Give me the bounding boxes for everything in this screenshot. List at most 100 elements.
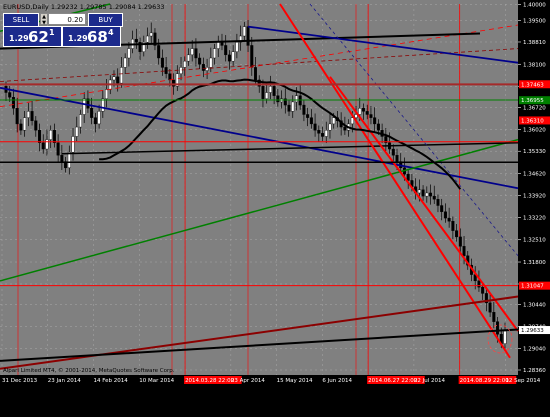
lot-size-field[interactable]: 0.20	[48, 13, 86, 25]
lot-spinner[interactable]: ▲ ▼	[40, 13, 48, 26]
copyright-text: Alpari Limited MT4, © 2001-2014, MetaQuo…	[3, 367, 175, 374]
price-label: 1.40000	[523, 3, 546, 9]
price-label: 1.31800	[523, 260, 546, 266]
candle-body	[432, 195, 436, 200]
price-tag-label: 1.36310	[521, 118, 544, 124]
price-label: 1.38100	[523, 62, 546, 68]
candle-body	[306, 114, 310, 118]
price-label: 1.33920	[523, 193, 546, 199]
candle-body	[373, 117, 377, 125]
candle-body	[287, 104, 291, 112]
candle-body	[194, 48, 198, 59]
candle-body	[45, 139, 49, 150]
candle-body	[324, 129, 328, 137]
candle-body	[93, 117, 97, 125]
candle-body	[60, 155, 64, 162]
candle-body	[343, 126, 347, 131]
time-label: 23 Jan 2014	[48, 378, 81, 384]
candle-body	[201, 64, 205, 71]
price-chart[interactable]: 1.400001.395001.388101.381001.374001.367…	[0, 0, 550, 413]
candle-body	[462, 246, 466, 256]
time-label: 10 Mar 2014	[139, 378, 174, 384]
candle-body	[30, 111, 34, 121]
candle-body	[49, 129, 53, 140]
candle-body	[477, 280, 481, 288]
candle-body	[276, 95, 280, 103]
time-label: 14 Feb 2014	[94, 378, 129, 384]
candle-body	[146, 35, 150, 43]
candle-body	[198, 57, 202, 65]
price-tag-label: 1.31047	[521, 284, 544, 290]
sell-price-box[interactable]: 1.29 62 1	[3, 26, 62, 47]
candle-body	[116, 76, 120, 84]
candle-body	[220, 42, 224, 46]
candle-body	[105, 89, 109, 99]
candle-body	[157, 45, 161, 59]
candle-body	[160, 57, 164, 68]
candle-body	[503, 330, 507, 344]
sell-button[interactable]: SELL	[3, 13, 39, 27]
candle-body	[440, 205, 444, 212]
candle-body	[265, 92, 269, 99]
candle-body	[52, 129, 56, 143]
candle-body	[250, 45, 254, 68]
candle-body	[253, 67, 257, 81]
candle-body	[127, 48, 131, 59]
candle-body	[67, 151, 71, 169]
candle-body	[417, 189, 421, 194]
candle-body	[361, 108, 365, 112]
candle-body	[294, 95, 298, 103]
candle-body	[369, 114, 373, 118]
candle-body	[183, 60, 187, 68]
price-label: 1.30440	[523, 303, 546, 309]
price-label: 1.32510	[523, 238, 546, 244]
price-label: 1.33220	[523, 215, 546, 221]
time-label: 2014.03.28 22:00	[185, 378, 235, 384]
time-label: 6 Jun 2014	[322, 378, 352, 384]
candle-body	[75, 126, 79, 137]
price-label: 1.36020	[523, 128, 546, 134]
candle-body	[443, 211, 447, 219]
candle-body	[358, 108, 362, 115]
candle-body	[41, 142, 45, 150]
candle-body	[395, 155, 399, 162]
price-tag-label: 1.36955	[521, 98, 544, 104]
time-label: 2014.06.27 22:00	[368, 378, 418, 384]
candle-body	[90, 108, 94, 118]
price-label: 1.34620	[523, 172, 546, 178]
candle-body	[209, 57, 213, 68]
mt4-chart-window[interactable]: 1.400001.395001.388101.381001.374001.367…	[0, 0, 550, 413]
candle-body	[82, 98, 86, 115]
candle-body	[458, 236, 462, 247]
candle-body	[447, 217, 451, 222]
sell-price-main: 62	[28, 28, 49, 46]
candle-body	[8, 92, 12, 98]
buy-price-main: 68	[87, 28, 108, 46]
candle-body	[246, 26, 250, 46]
chart-title: EURUSD,Daily 1.29232 1.29785 1.29084 1.2…	[3, 3, 165, 11]
candle-body	[19, 123, 23, 131]
buy-price-box[interactable]: 1.29 68 4	[62, 26, 121, 47]
candle-body	[23, 117, 27, 131]
price-tag-label: 1.37463	[521, 82, 544, 88]
candle-body	[242, 26, 246, 37]
candle-body	[455, 230, 459, 238]
candle-body	[376, 123, 380, 131]
candle-body	[119, 67, 123, 84]
time-label: 22 Jul 2014	[414, 378, 446, 384]
buy-price-pip: 4	[108, 28, 114, 37]
candle-body	[436, 199, 440, 206]
candle-body	[429, 192, 433, 197]
price-label: 1.38810	[523, 40, 546, 46]
price-label: 1.36720	[523, 106, 546, 112]
candle-body	[134, 38, 138, 43]
candle-body	[11, 97, 15, 109]
sell-price-prefix: 1.29	[9, 34, 29, 43]
candle-body	[354, 114, 358, 118]
buy-button[interactable]: BUY	[88, 13, 123, 27]
candle-body	[224, 45, 228, 56]
candle-body	[309, 117, 313, 125]
chart-area[interactable]	[0, 0, 518, 375]
candle-body	[26, 111, 30, 118]
candle-body	[168, 73, 172, 81]
